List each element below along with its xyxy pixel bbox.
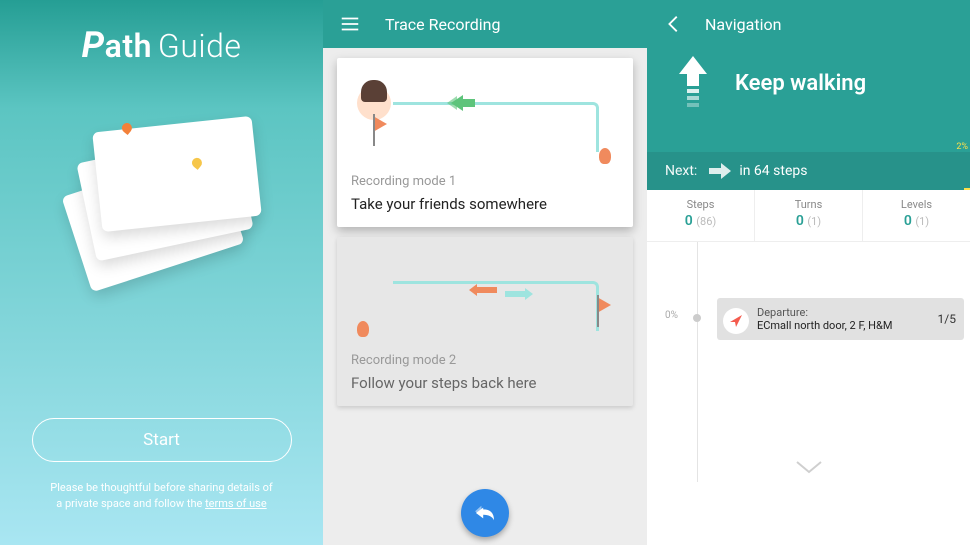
timeline-dot	[693, 314, 701, 322]
mode2-title: Follow your steps back here	[351, 374, 619, 392]
appbar: Navigation	[647, 0, 970, 48]
right-arrow-icon	[709, 163, 731, 179]
progress-percent: 2%	[956, 142, 968, 152]
disclaimer-text: Please be thoughtful before sharing deta…	[20, 480, 302, 511]
hamburger-icon[interactable]	[339, 13, 361, 35]
navigation-screen: Navigation Keep walking Next: in 64 step…	[647, 0, 970, 545]
return-arrow-icon	[441, 92, 481, 118]
appbar: Trace Recording	[323, 0, 647, 48]
logo-text-1: ath	[105, 27, 152, 65]
stat-turns: Turns 0 (1)	[755, 190, 863, 241]
progress-bar	[964, 188, 970, 190]
navigation-hero: Navigation Keep walking Next: in 64 step…	[647, 0, 970, 190]
instruction-text: Keep walking	[735, 71, 866, 96]
footprint-icon	[599, 148, 611, 164]
mode1-title: Take your friends somewhere	[351, 195, 619, 213]
stat-levels: Levels 0 (1)	[863, 190, 970, 241]
next-label: Next:	[665, 163, 697, 179]
instruction-block: Keep walking	[647, 48, 970, 110]
timeline: 0% Departure: ECmall north door, 2 F, H&…	[647, 242, 970, 482]
stats-row: Steps 0 (86) Turns 0 (1) Levels 0 (1)	[647, 190, 970, 242]
start-button[interactable]: Start	[32, 418, 292, 462]
departure-counter: 1/5	[938, 312, 956, 326]
app-logo: P ath Guide	[82, 24, 242, 66]
footprint-icon	[357, 321, 369, 337]
trace-recording-screen: Trace Recording Recording mode 1 Take yo…	[323, 0, 647, 545]
start-button-label: Start	[143, 430, 180, 450]
back-arrow-icon[interactable]	[663, 13, 685, 35]
stat-steps: Steps 0 (86)	[647, 190, 755, 241]
next-step-bar: Next: in 64 steps	[647, 152, 970, 190]
mode2-label: Recording mode 2	[351, 353, 619, 368]
swap-arrows-icon	[469, 281, 533, 300]
chevron-down-icon[interactable]	[795, 460, 823, 474]
straight-arrow-icon	[671, 56, 715, 110]
appbar-title: Navigation	[705, 15, 781, 34]
mode1-label: Recording mode 1	[351, 174, 619, 189]
timeline-percent: 0%	[665, 310, 678, 321]
reply-fab-button[interactable]	[461, 489, 509, 537]
recording-mode-2-card[interactable]: Recording mode 2 Follow your steps back …	[337, 237, 633, 406]
mode1-illustration	[351, 68, 619, 168]
departure-card[interactable]: Departure: ECmall north door, 2 F, H&M 1…	[717, 298, 964, 340]
welcome-screen: P ath Guide Start Please be thoughtful b…	[0, 0, 323, 545]
mode2-illustration	[351, 247, 619, 347]
departure-label: Departure:	[757, 306, 892, 319]
appbar-title: Trace Recording	[385, 15, 500, 34]
recording-mode-1-card[interactable]: Recording mode 1 Take your friends somew…	[337, 58, 633, 227]
next-text: in 64 steps	[739, 163, 807, 179]
navigation-pointer-icon	[723, 308, 749, 334]
map-illustration	[57, 106, 267, 296]
logo-letter: P	[82, 24, 105, 66]
terms-of-use-link[interactable]: terms of use	[205, 497, 267, 510]
departure-location: ECmall north door, 2 F, H&M	[757, 319, 892, 332]
logo-text-2: Guide	[158, 27, 241, 65]
